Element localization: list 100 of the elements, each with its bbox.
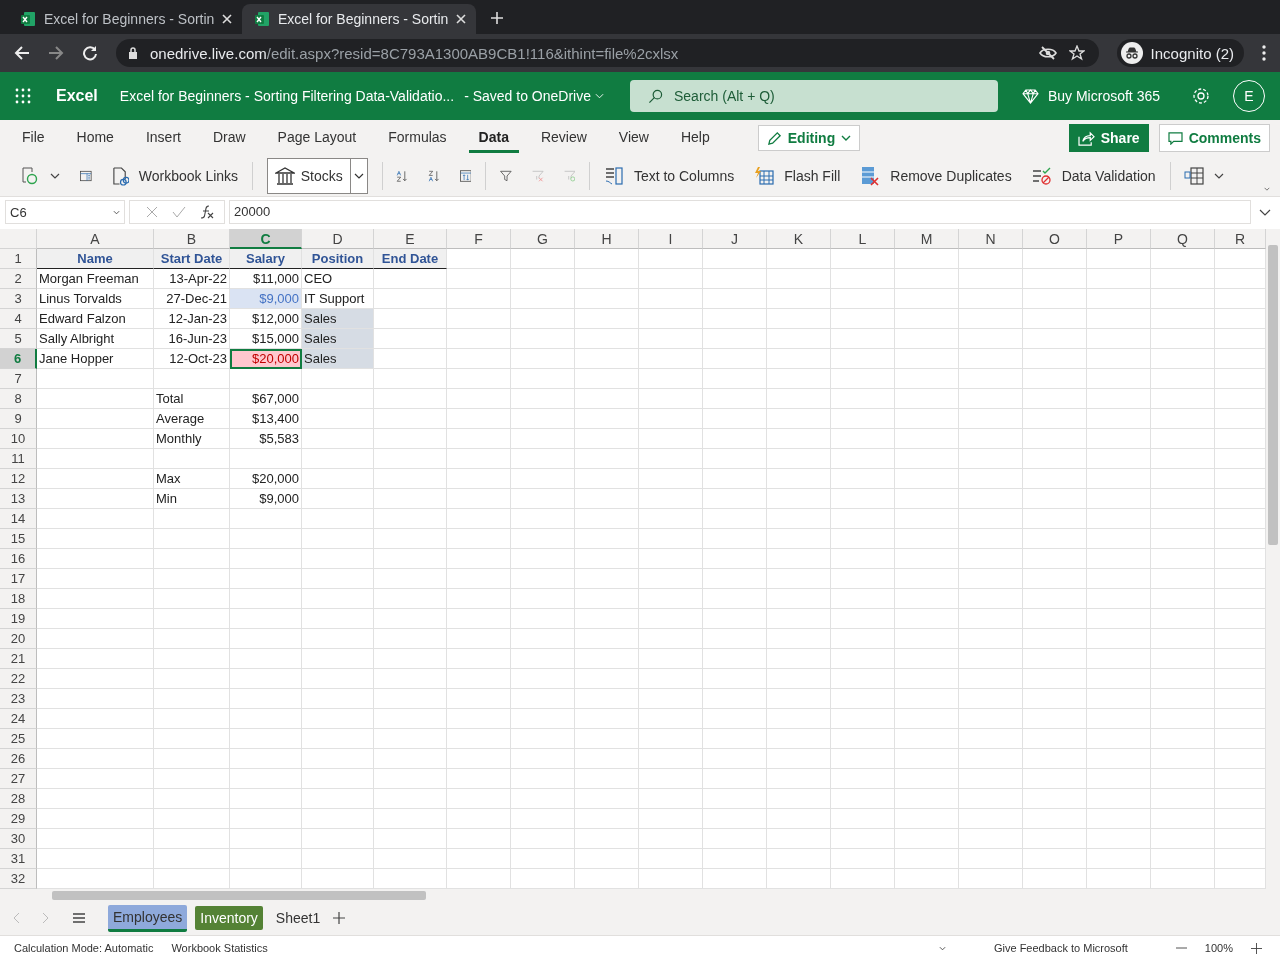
browser-tab[interactable]: Excel for Beginners - Sortin	[8, 4, 242, 34]
table-cell[interactable]: $13,400	[230, 409, 302, 429]
row-header[interactable]: 9	[0, 409, 37, 429]
add-sheet-icon[interactable]	[333, 912, 346, 924]
cancel-icon[interactable]	[146, 206, 158, 218]
column-header[interactable]: D	[302, 229, 374, 249]
zoom-in-icon[interactable]	[1251, 942, 1262, 954]
app-launcher-icon[interactable]	[15, 88, 31, 104]
row-header[interactable]: 15	[0, 529, 37, 549]
table-cell[interactable]: Morgan Freeman	[37, 269, 154, 289]
vertical-scrollbar[interactable]	[1266, 229, 1280, 889]
ribbon-tab[interactable]: Formulas	[378, 123, 457, 153]
column-header[interactable]: N	[959, 229, 1023, 249]
formula-field[interactable]: 20000	[229, 200, 1251, 224]
row-header[interactable]: 26	[0, 749, 37, 769]
column-header[interactable]: R	[1215, 229, 1266, 249]
workbook-statistics[interactable]: Workbook Statistics	[171, 942, 268, 954]
reload-icon[interactable]	[82, 45, 98, 61]
row-header[interactable]: 28	[0, 789, 37, 809]
menu-icon[interactable]	[72, 912, 86, 924]
table-cell[interactable]: $20,000	[230, 349, 302, 369]
column-header[interactable]: K	[767, 229, 831, 249]
row-header[interactable]: 11	[0, 449, 37, 469]
remove-duplicates-button[interactable]: Remove Duplicates	[860, 166, 1012, 186]
table-cell[interactable]: 12-Jan-23	[154, 309, 230, 329]
chevron-down-icon[interactable]	[1259, 208, 1271, 216]
table-cell[interactable]: Total	[154, 389, 230, 409]
table-cell[interactable]: 13-Apr-22	[154, 269, 230, 289]
zoom-level[interactable]: 100%	[1204, 942, 1233, 954]
eye-slash-icon[interactable]	[1038, 46, 1057, 60]
row-header[interactable]: 31	[0, 849, 37, 869]
table-cell[interactable]: $20,000	[230, 469, 302, 489]
row-header[interactable]: 14	[0, 509, 37, 529]
table-cell[interactable]: Linus Torvalds	[37, 289, 154, 309]
column-header[interactable]: H	[575, 229, 639, 249]
row-header[interactable]: 1	[0, 249, 37, 269]
row-header[interactable]: 32	[0, 869, 37, 889]
column-header[interactable]: E	[374, 229, 447, 249]
row-header[interactable]: 27	[0, 769, 37, 789]
column-header[interactable]: O	[1023, 229, 1087, 249]
back-icon[interactable]	[14, 45, 30, 61]
row-header[interactable]: 19	[0, 609, 37, 629]
ribbon-tab[interactable]: File	[12, 123, 55, 153]
column-header[interactable]: Q	[1151, 229, 1215, 249]
column-header[interactable]: F	[447, 229, 511, 249]
row-header[interactable]: 8	[0, 389, 37, 409]
flash-fill-button[interactable]: Flash Fill	[754, 166, 841, 186]
check-icon[interactable]	[172, 206, 186, 218]
sheet-tab[interactable]: Employees	[108, 904, 188, 932]
close-icon[interactable]	[456, 14, 466, 24]
ribbon-tab[interactable]: Data	[468, 123, 519, 153]
row-header[interactable]: 13	[0, 489, 37, 509]
function-icon[interactable]	[200, 205, 214, 219]
ribbon-tab[interactable]: Help	[670, 123, 720, 153]
table-cell[interactable]: 16-Jun-23	[154, 329, 230, 349]
sheet-tab[interactable]: Inventory	[195, 906, 263, 930]
table-cell[interactable]: Max	[154, 469, 230, 489]
ribbon-tab[interactable]: Review	[530, 123, 597, 153]
table-cell[interactable]: Average	[154, 409, 230, 429]
ribbon-tab[interactable]: View	[608, 123, 659, 153]
share-button[interactable]: Share	[1068, 124, 1149, 152]
stocks-dropdown[interactable]: Stocks	[266, 158, 368, 194]
table-cell[interactable]: Sally Albright	[37, 329, 154, 349]
app-name[interactable]: Excel	[56, 87, 98, 105]
row-header[interactable]: 22	[0, 669, 37, 689]
column-header[interactable]: A	[37, 229, 154, 249]
table-cell[interactable]: $9,000	[230, 489, 302, 509]
row-header[interactable]: 7	[0, 369, 37, 389]
table-cell[interactable]: Name	[37, 249, 154, 269]
ribbon-tab[interactable]: Page Layout	[267, 123, 367, 153]
table-cell[interactable]: End Date	[374, 249, 447, 269]
column-header[interactable]: J	[703, 229, 767, 249]
table-cell[interactable]: Sales	[302, 309, 374, 329]
table-cell[interactable]: $9,000	[230, 289, 302, 309]
row-header[interactable]: 30	[0, 829, 37, 849]
row-header[interactable]: 17	[0, 569, 37, 589]
table-cell[interactable]: Sales	[302, 329, 374, 349]
forward-icon[interactable]	[48, 45, 64, 61]
expand-ribbon-icon[interactable]	[1264, 186, 1271, 192]
table-cell[interactable]: Salary	[230, 249, 302, 269]
outline-button[interactable]	[1184, 167, 1225, 185]
ribbon-tab[interactable]: Home	[66, 123, 124, 153]
feedback-link[interactable]: Give Feedback to Microsoft	[993, 942, 1128, 954]
profile-button[interactable]: Incognito (2)	[1116, 39, 1244, 67]
column-header[interactable]: P	[1087, 229, 1151, 249]
table-cell[interactable]: Position	[302, 249, 374, 269]
table-cell[interactable]: Jane Hopper	[37, 349, 154, 369]
table-cell[interactable]: CEO	[302, 269, 374, 289]
row-header[interactable]: 5	[0, 329, 37, 349]
close-icon[interactable]	[222, 14, 232, 24]
table-cell[interactable]: $5,583	[230, 429, 302, 449]
table-cell[interactable]: Start Date	[154, 249, 230, 269]
column-header[interactable]: B	[154, 229, 230, 249]
new-tab-icon[interactable]	[490, 11, 504, 25]
sheet-tab[interactable]: Sheet1	[270, 906, 326, 930]
browser-tab[interactable]: Excel for Beginners - Sortin	[242, 4, 476, 34]
row-header[interactable]: 3	[0, 289, 37, 309]
search-field[interactable]: Search (Alt + Q)	[630, 80, 998, 112]
row-header[interactable]: 21	[0, 649, 37, 669]
column-header[interactable]: L	[831, 229, 895, 249]
